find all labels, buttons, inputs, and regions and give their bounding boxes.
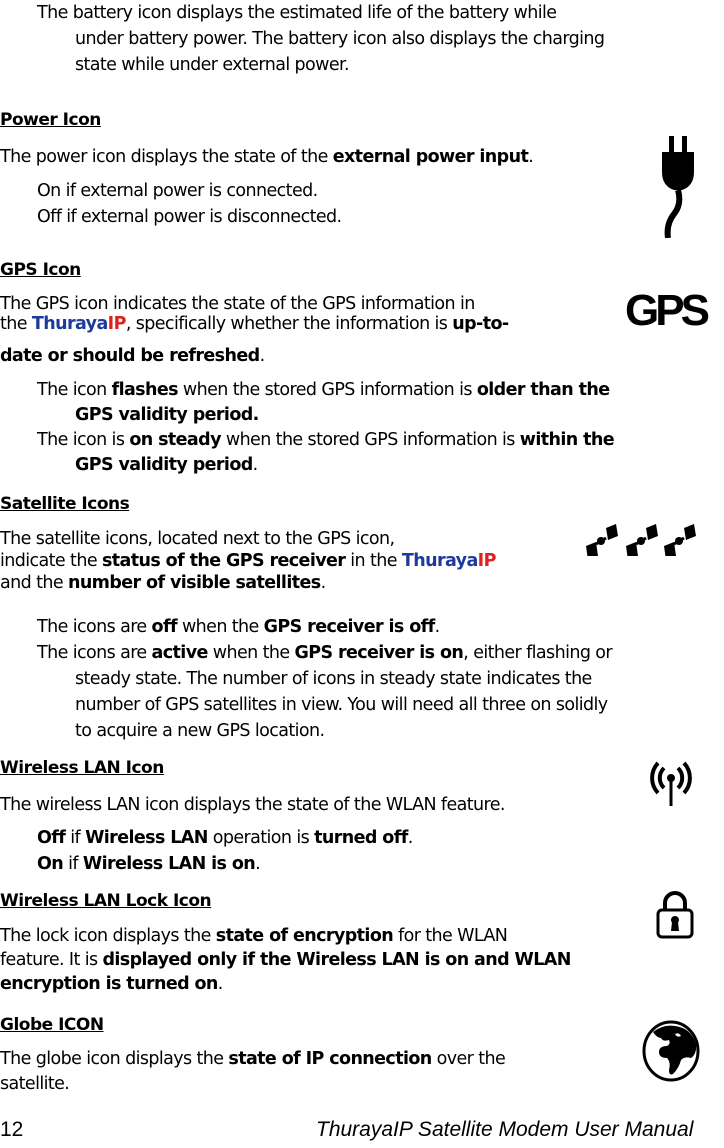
lock-description: The lock icon displays the state of encr…: [0, 926, 571, 994]
power-icon-heading: Power Icon: [0, 110, 101, 130]
satellite-icon: [626, 524, 658, 556]
satellite-states: The icons are off when the GPS receiver …: [37, 617, 613, 741]
page-number: 12: [0, 1118, 24, 1141]
satellite-icons: [586, 524, 696, 556]
satellite-icons-heading: Satellite Icons: [0, 494, 130, 514]
battery-paragraph: The battery icon displays the estimated …: [0, 0, 605, 78]
manual-title: ThurayaIP Satellite Modem User Manual: [316, 1118, 694, 1141]
battery-line-2: under battery power. The battery icon al…: [75, 29, 605, 49]
globe-description: The globe icon displays the state of IP …: [0, 1049, 506, 1094]
gps-description-cont: date or should be refreshed.: [0, 346, 265, 366]
wireless-icon: [650, 761, 692, 806]
globe-icon: [642, 1020, 700, 1082]
brand-ip: IP: [107, 314, 127, 334]
power-state-on: On if external power is connected.: [37, 181, 318, 201]
lock-icon: [656, 891, 694, 939]
power-state-off: Off if external power is disconnected.: [37, 207, 342, 227]
wlan-description: The wireless LAN icon displays the state…: [0, 795, 505, 815]
gps-description: The GPS icon indicates the state of the …: [0, 294, 509, 334]
wlan-states: Off if Wireless LAN operation is turned …: [37, 828, 413, 874]
gps-icon-heading: GPS Icon: [0, 260, 81, 280]
power-plug-icon: [662, 136, 694, 238]
satellite-icon: [664, 524, 696, 556]
wireless-lan-heading: Wireless LAN Icon: [0, 758, 164, 778]
power-states: On if external power is connected. Off i…: [0, 178, 342, 230]
globe-heading: Globe ICON: [0, 1015, 104, 1035]
battery-line-3: state while under external power.: [75, 55, 350, 75]
satellite-description: The satellite icons, located next to the…: [0, 529, 496, 593]
power-description: The power icon displays the state of the…: [0, 147, 534, 167]
brand-thuraya: Thuraya: [31, 314, 108, 334]
satellite-icon: [586, 524, 618, 556]
battery-line-1: The battery icon displays the estimated …: [37, 3, 557, 23]
gps-states: The icon flashes when the stored GPS inf…: [37, 380, 615, 475]
gps-icon: GPS: [625, 286, 710, 335]
wlan-lock-heading: Wireless LAN Lock Icon: [0, 891, 212, 911]
